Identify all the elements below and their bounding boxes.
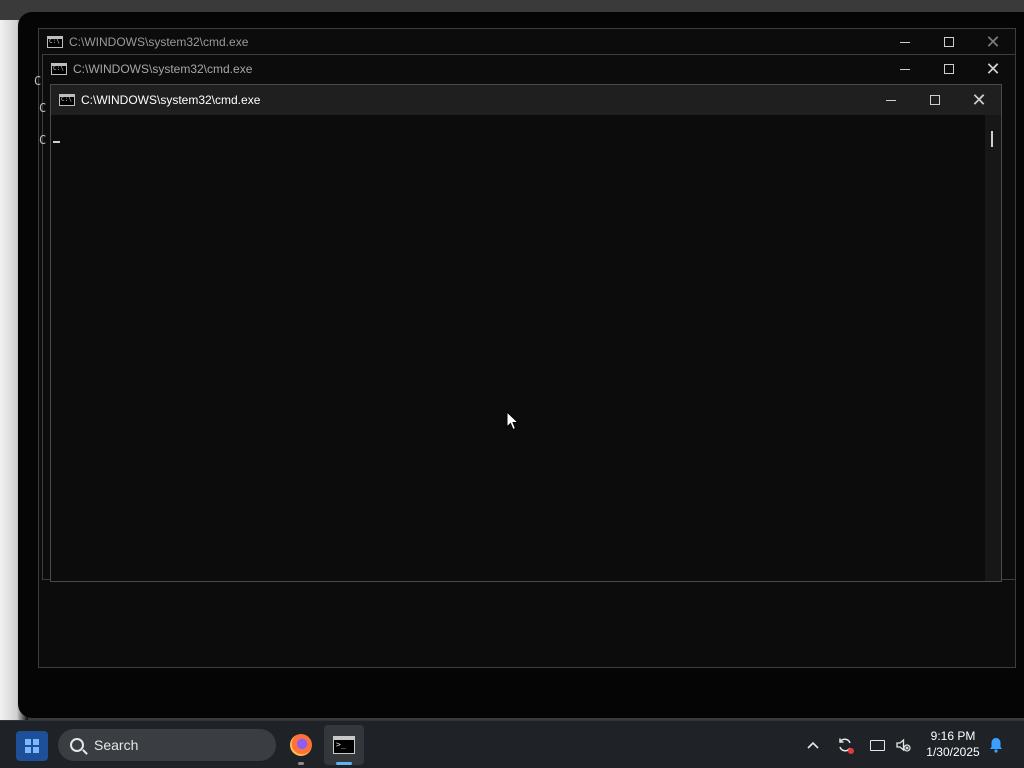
desktop: C:\WINDOWS\system32\cmd.exe ✕ C:\WINDOWS… <box>0 0 1024 720</box>
minimize-button[interactable] <box>883 29 927 55</box>
clock-time: 9:16 PM <box>930 729 976 743</box>
window-title: C:\WINDOWS\system32\cmd.exe <box>81 93 261 107</box>
command-prompt-icon <box>333 736 355 754</box>
windows-logo-icon <box>25 739 31 745</box>
minimize-button[interactable] <box>883 55 927 83</box>
taskbar: Search 9:16 PM 1/30/2025 <box>0 720 1024 768</box>
start-button[interactable] <box>16 731 48 761</box>
title-bar[interactable]: C:\WINDOWS\system32\cmd.exe ✕ <box>43 55 1015 83</box>
firefox-icon <box>290 734 312 756</box>
minimize-icon <box>900 41 910 43</box>
sync-alert-icon[interactable] <box>835 735 855 755</box>
cmd-app-icon <box>51 63 67 75</box>
maximize-icon <box>930 95 940 105</box>
maximize-icon <box>944 37 954 47</box>
search-label: Search <box>94 737 139 753</box>
maximize-button[interactable] <box>927 29 971 55</box>
taskbar-app-command-prompt[interactable] <box>324 725 364 765</box>
minimize-icon <box>900 68 910 70</box>
window-title: C:\WINDOWS\system32\cmd.exe <box>73 62 253 76</box>
text-cursor <box>53 141 60 143</box>
mouse-pointer-icon <box>506 411 520 431</box>
close-button[interactable]: ✕ <box>971 29 1015 55</box>
clock-date: 1/30/2025 <box>926 745 980 759</box>
cmd-window-active[interactable]: C:\WINDOWS\system32\cmd.exe ✕ <box>50 84 1002 582</box>
title-bar[interactable]: C:\WINDOWS\system32\cmd.exe ✕ <box>51 85 1001 115</box>
active-indicator <box>336 762 352 765</box>
cmd-app-icon <box>59 94 75 106</box>
vertical-scrollbar[interactable] <box>985 115 1001 581</box>
minimize-button[interactable] <box>869 85 913 115</box>
taskbar-app-firefox[interactable] <box>281 725 321 765</box>
running-indicator <box>298 762 304 765</box>
cmd-app-icon <box>47 36 63 48</box>
scrollbar-thumb[interactable] <box>991 131 993 147</box>
volume-muted-icon[interactable] <box>893 735 913 755</box>
bell-icon[interactable] <box>987 736 1005 754</box>
background-console-text: C <box>39 101 47 115</box>
background-console-text: C <box>34 74 42 88</box>
maximize-button[interactable] <box>913 85 957 115</box>
title-bar[interactable]: C:\WINDOWS\system32\cmd.exe ✕ <box>39 29 1015 55</box>
maximize-icon <box>944 64 954 74</box>
close-button[interactable]: ✕ <box>971 55 1015 83</box>
chevron-up-icon[interactable] <box>803 735 823 755</box>
search-icon <box>70 738 84 752</box>
system-clock[interactable]: 9:16 PM 1/30/2025 <box>918 728 988 760</box>
maximize-button[interactable] <box>927 55 971 83</box>
window-title: C:\WINDOWS\system32\cmd.exe <box>69 35 249 49</box>
network-icon[interactable] <box>867 735 887 755</box>
close-button[interactable]: ✕ <box>957 85 1001 115</box>
background-console-text: C <box>39 133 47 147</box>
taskbar-search[interactable]: Search <box>58 729 276 761</box>
console-output-area[interactable] <box>52 115 985 581</box>
minimize-icon <box>886 99 896 101</box>
